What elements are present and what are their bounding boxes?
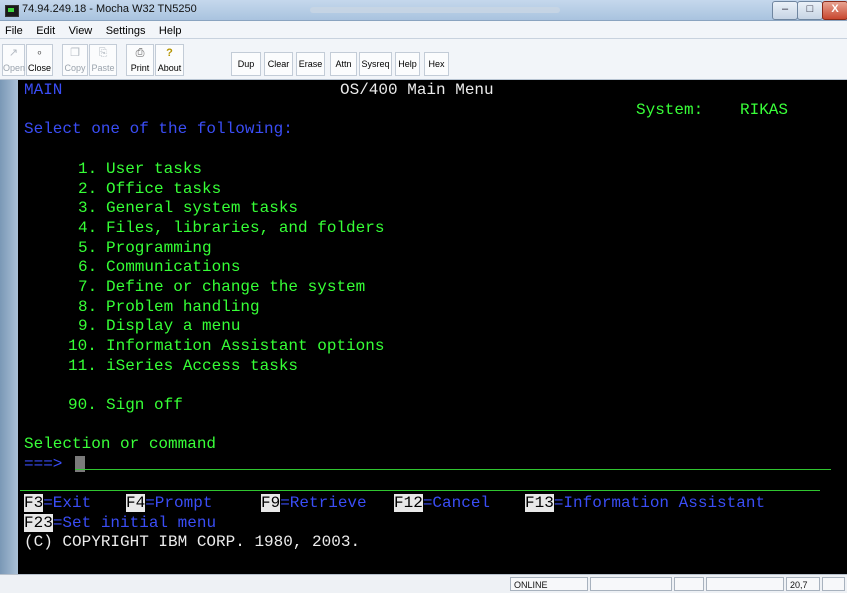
connect-icon: ∘: [36, 47, 43, 59]
app-window: 74.94.249.18 - Mocha W32 TN5250 – □ X Fi…: [0, 0, 847, 593]
print-button[interactable]: ⎙ Print: [126, 44, 154, 76]
fkey-f23[interactable]: F23=Set initial menu: [24, 514, 216, 534]
cursor-position: 20,7: [786, 577, 820, 591]
fkey-f13[interactable]: F13=Information Assistant: [525, 494, 765, 514]
option-text[interactable]: Problem handling: [106, 298, 260, 318]
option-text[interactable]: Programming: [106, 239, 212, 259]
option-text[interactable]: Files, libraries, and folders: [106, 219, 384, 239]
option-text[interactable]: User tasks: [106, 160, 202, 180]
resize-grip[interactable]: [822, 577, 845, 591]
close-window-button[interactable]: X: [822, 1, 847, 20]
printer-icon: ⎙: [135, 47, 145, 59]
fkey-f9[interactable]: F9=Retrieve: [261, 494, 367, 514]
attn-key-button[interactable]: Attn: [330, 52, 357, 76]
about-button[interactable]: ? About: [155, 44, 184, 76]
copy-button[interactable]: ❐ Copy: [62, 44, 88, 76]
copyright-text: (C) COPYRIGHT IBM CORP. 1980, 2003.: [24, 533, 361, 551]
option-number: 8.: [78, 298, 98, 316]
option-number: 10.: [68, 337, 97, 355]
option-number: 1.: [78, 160, 98, 178]
menu-edit[interactable]: Edit: [31, 23, 59, 37]
command-input-underline: [75, 469, 831, 470]
system-name: RIKAS: [740, 101, 789, 119]
option-number: 6.: [78, 258, 98, 276]
question-icon: ?: [166, 47, 173, 59]
option-number: 11.: [68, 357, 97, 375]
option-number: 2.: [78, 180, 98, 198]
option-number: 90.: [68, 396, 97, 414]
close-connection-button[interactable]: ∘ Close: [26, 44, 53, 76]
option-text[interactable]: General system tasks: [106, 199, 298, 219]
status-field-empty: [706, 577, 784, 591]
menu-file[interactable]: File: [0, 23, 27, 37]
clear-key-button[interactable]: Clear: [264, 52, 293, 76]
option-number: 9.: [78, 317, 98, 335]
option-text[interactable]: Define or change the system: [106, 278, 365, 298]
terminal-screen[interactable]: MAIN OS/400 Main Menu System: RIKAS Sele…: [18, 80, 847, 574]
fkey-f3[interactable]: F3=Exit: [24, 494, 91, 514]
status-field-empty: [674, 577, 704, 591]
connection-status: ONLINE: [510, 577, 588, 591]
menu-settings[interactable]: Settings: [101, 23, 150, 37]
option-text[interactable]: Information Assistant options: [106, 337, 384, 357]
maximize-button[interactable]: □: [797, 1, 823, 20]
prompt-label: Selection or command: [24, 435, 217, 453]
desktop-edge: [0, 80, 18, 574]
option-text[interactable]: Display a menu: [106, 317, 240, 337]
terminal-app-icon: [5, 5, 19, 17]
paste-button[interactable]: ⎘ Paste: [89, 44, 117, 76]
menu-bar: File Edit View Settings Help: [0, 21, 847, 39]
signoff-option[interactable]: Sign off: [106, 396, 183, 416]
minimize-button[interactable]: –: [772, 1, 798, 20]
erase-key-button[interactable]: Erase: [296, 52, 325, 76]
open-icon: ↗: [8, 47, 19, 59]
prompt-arrow: ===>: [24, 455, 63, 473]
option-text[interactable]: Communications: [106, 258, 240, 278]
help-key-button[interactable]: Help: [395, 52, 420, 76]
toolbar: ↗ Open ∘ Close ❐ Copy ⎘ Paste ⎙ Print ? …: [0, 39, 847, 80]
option-text[interactable]: Office tasks: [106, 180, 221, 200]
paste-icon: ⎘: [98, 47, 108, 59]
option-text[interactable]: iSeries Access tasks: [106, 357, 298, 377]
sysreq-key-button[interactable]: Sysreq: [359, 52, 392, 76]
hex-key-button[interactable]: Hex: [424, 52, 449, 76]
copy-icon: ❐: [70, 47, 80, 59]
title-bar[interactable]: 74.94.249.18 - Mocha W32 TN5250 – □ X: [0, 0, 847, 21]
system-label: System:: [636, 101, 704, 119]
menu-view[interactable]: View: [64, 23, 97, 37]
menu-id: MAIN: [24, 81, 63, 99]
status-field-empty: [590, 577, 672, 591]
option-number: 4.: [78, 219, 98, 237]
separator-line: [20, 490, 820, 491]
background-window-title: [310, 7, 560, 13]
fkey-f12[interactable]: F12=Cancel: [394, 494, 490, 514]
option-number: 7.: [78, 278, 98, 296]
screen-title: OS/400 Main Menu: [340, 81, 494, 99]
option-number: 5.: [78, 239, 98, 257]
menu-help[interactable]: Help: [154, 23, 186, 37]
dup-key-button[interactable]: Dup: [231, 52, 261, 76]
fkey-f4[interactable]: F4=Prompt: [126, 494, 212, 514]
window-title: 74.94.249.18 - Mocha W32 TN5250: [22, 3, 197, 15]
status-bar: ONLINE 20,7: [0, 574, 847, 593]
option-number: 3.: [78, 199, 98, 217]
instruction-text: Select one of the following:: [24, 120, 293, 138]
open-button[interactable]: ↗ Open: [2, 44, 25, 76]
